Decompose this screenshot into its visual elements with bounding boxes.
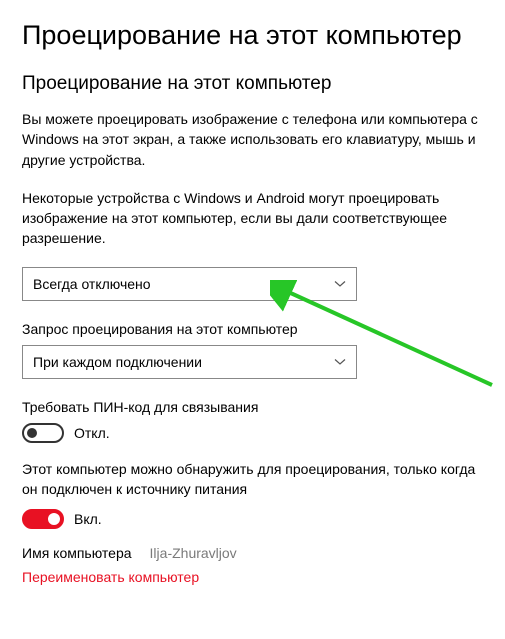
discover-label: Этот компьютер можно обнаружить для прое… — [22, 459, 483, 500]
discover-toggle-state: Вкл. — [74, 511, 102, 527]
chevron-down-icon — [334, 280, 346, 288]
request-select[interactable]: При каждом подключении — [22, 345, 357, 379]
request-label: Запрос проецирования на этот компьютер — [22, 321, 483, 337]
intro-text: Вы можете проецировать изображение с тел… — [22, 109, 483, 170]
page-title: Проецирование на этот компьютер — [22, 20, 483, 51]
pin-toggle-state: Откл. — [74, 425, 110, 441]
permission-label: Некоторые устройства с Windows и Android… — [22, 188, 483, 249]
discover-toggle[interactable] — [22, 509, 64, 529]
section-title: Проецирование на этот компьютер — [22, 73, 483, 95]
chevron-down-icon — [334, 358, 346, 366]
permission-select[interactable]: Всегда отключено — [22, 267, 357, 301]
computer-name-value: Ilja-Zhuravljov — [150, 545, 237, 561]
computer-name-label: Имя компьютера — [22, 545, 132, 561]
rename-computer-link[interactable]: Переименовать компьютер — [22, 569, 483, 585]
request-select-value: При каждом подключении — [33, 354, 202, 370]
permission-select-value: Всегда отключено — [33, 276, 151, 292]
pin-label: Требовать ПИН-код для связывания — [22, 399, 483, 415]
pin-toggle[interactable] — [22, 423, 64, 443]
